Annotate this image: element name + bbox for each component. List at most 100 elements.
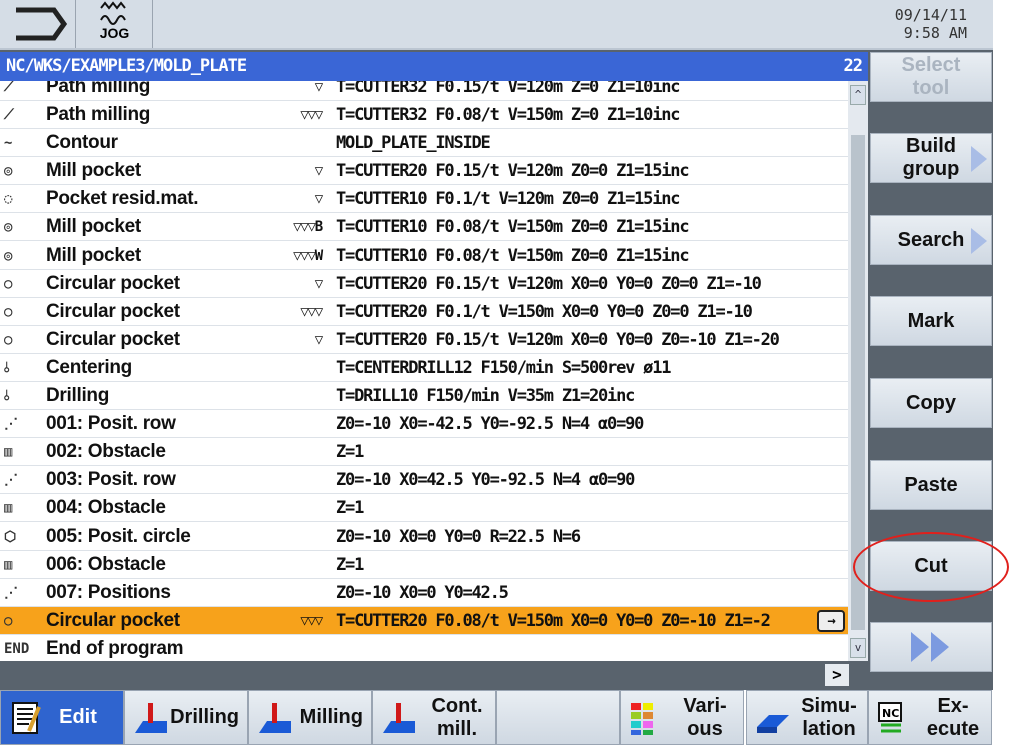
scroll-right-button[interactable]: > [825, 664, 849, 686]
softkey-drilling[interactable]: Drilling [124, 690, 248, 745]
program-row[interactable]: ○ Circular pocket ▽ T=CUTTER20 F0.15/t V… [0, 326, 848, 354]
time: 9:58 AM [903, 24, 967, 42]
drilling-icon: ⫰ [4, 388, 11, 404]
highlight-annotation-circle [853, 532, 1009, 602]
program-row[interactable]: ⟋ Path milling ▽▽▽ T=CUTTER32 F0.08/t V=… [0, 101, 848, 129]
softkey-mark[interactable]: Mark [870, 296, 992, 346]
machining-marks: ▽ [314, 163, 323, 180]
step-name: 004: Obstacle [46, 497, 166, 519]
centering-icon: ⫰ [4, 359, 11, 376]
softkey-build-group[interactable]: Build group [870, 133, 992, 183]
obstacle-icon: ▥ [4, 556, 13, 573]
jog-mode-button[interactable]: JOG [77, 0, 153, 48]
step-parameters: T=CUTTER20 F0.1/t V=150m X0=0 Y0=0 Z0=0 … [336, 301, 753, 322]
machining-marks: ▽ [314, 81, 323, 95]
softkey-execute[interactable]: NC Ex- ecute [868, 690, 992, 745]
submenu-arrow-icon [971, 228, 987, 254]
step-name: Drilling [46, 385, 110, 406]
machining-marks: ▽▽▽ [300, 107, 323, 123]
end-icon: END [4, 640, 30, 657]
step-parameters: MOLD_PLATE_INSIDE [336, 133, 491, 154]
step-parameters: Z0=-10 X0=-42.5 Y0=-92.5 N=4 α0=90 [336, 414, 644, 435]
program-row[interactable]: ⋰ 003: Posit. row Z0=-10 X0=42.5 Y0=-92.… [0, 466, 848, 495]
program-row[interactable]: ⬡ 005: Posit. circle Z0=-10 X0=0 Y0=0 R=… [0, 523, 848, 551]
step-parameters: T=CUTTER32 F0.15/t V=120m Z=0 Z1=10inc [336, 81, 681, 97]
datetime: 09/14/11 9:58 AM [895, 6, 967, 42]
block-count: 22 [843, 56, 864, 76]
machining-marks: ▽▽▽W [293, 247, 323, 264]
header-bar: JOG 09/14/11 9:58 AM [0, 0, 993, 50]
machining-marks: ▽ [314, 191, 323, 208]
program-row[interactable]: ○ Circular pocket ▽ T=CUTTER20 F0.15/t V… [0, 270, 848, 298]
program-row[interactable]: ○ Circular pocket ▽▽▽ T=CUTTER20 F0.1/t … [0, 298, 848, 326]
circular-pocket-icon: ○ [4, 303, 13, 320]
program-row[interactable]: ⋰ 007: Positions Z0=-10 X0=0 Y0=42.5 [0, 579, 848, 607]
program-row[interactable]: ∼ Contour MOLD_PLATE_INSIDE [0, 129, 848, 158]
scroll-down-button[interactable]: v [850, 638, 866, 658]
step-parameters: Z0=-10 X0=42.5 Y0=-92.5 N=4 α0=90 [336, 470, 635, 491]
step-name: 005: Posit. circle [46, 525, 191, 547]
contour-milling-icon [383, 703, 415, 733]
program-row[interactable]: ▥ 004: Obstacle Z=1 [0, 494, 848, 523]
softkey-milling[interactable]: Milling [248, 690, 372, 745]
step-name: Path milling [46, 104, 151, 125]
edit-icon [12, 702, 41, 734]
program-row[interactable]: ○ Circular pocket ▽▽▽ T=CUTTER20 F0.08/t… [0, 606, 848, 635]
drilling-icon [135, 703, 167, 733]
softkey-search[interactable]: Search [870, 215, 992, 265]
submenu-arrow-icon [971, 146, 987, 172]
program-row[interactable]: ◌ Pocket resid.mat. ▽ T=CUTTER10 F0.1/t … [0, 185, 848, 214]
program-row[interactable]: ▥ 006: Obstacle Z=1 [0, 551, 848, 579]
expand-arrow-icon[interactable]: → [817, 609, 845, 632]
softkey-contmill[interactable]: Cont. mill. [372, 690, 496, 745]
step-parameters: T=CUTTER10 F0.08/t V=150m Z0=0 Z1=15inc [336, 245, 690, 266]
mill-pocket-icon: ◎ [4, 163, 13, 180]
program-row[interactable]: ◎ Mill pocket ▽▽▽W T=CUTTER10 F0.08/t V=… [0, 242, 848, 270]
softkey-label: Drilling [170, 706, 239, 728]
softkey-various[interactable]: Vari- ous [620, 690, 744, 745]
program-row[interactable]: END End of program [0, 635, 848, 661]
softkey-label: Cont. mill. [431, 694, 483, 740]
softkey-label: Select tool [901, 54, 961, 99]
step-name: 003: Posit. row [46, 469, 176, 491]
program-row[interactable]: ⟋ Path milling ▽ T=CUTTER32 F0.15/t V=12… [0, 81, 848, 101]
softkey-more[interactable] [870, 622, 992, 672]
step-name: Circular pocket [46, 328, 180, 350]
machining-marks: ▽▽▽ [300, 612, 323, 629]
program-row[interactable]: ◎ Mill pocket ▽ T=CUTTER20 F0.15/t V=120… [0, 157, 848, 186]
program-row[interactable]: ▥ 002: Obstacle Z=1 [0, 438, 848, 467]
various-icon [631, 703, 653, 735]
softkey-label: Edit [59, 706, 97, 728]
step-name: 001: Posit. row [46, 413, 176, 435]
path-milling-icon: ⟋ [4, 107, 14, 123]
pocket-residual-icon: ◌ [4, 191, 13, 208]
jog-wave-icon [99, 1, 126, 25]
position-row-icon: ⋰ [4, 472, 18, 489]
program-row[interactable]: ⫰ Centering T=CENTERDRILL12 F150/min S=5… [0, 354, 848, 382]
step-parameters: T=DRILL10 F150/min V=35m Z1=20inc [336, 386, 635, 406]
program-row[interactable]: ⋰ 001: Posit. row Z0=-10 X0=-42.5 Y0=-92… [0, 410, 848, 439]
jog-label: JOG [99, 25, 130, 41]
scroll-up-button[interactable]: ^ [850, 85, 866, 105]
program-row[interactable]: ◎ Mill pocket ▽▽▽B T=CUTTER10 F0.08/t V=… [0, 213, 848, 242]
softkey-select-tool[interactable]: Select tool [870, 52, 992, 102]
step-name: 002: Obstacle [46, 441, 166, 463]
softkey-empty[interactable] [496, 690, 620, 745]
circular-pocket-icon: ○ [4, 612, 13, 629]
step-name: Mill pocket [46, 160, 141, 182]
softkey-copy[interactable]: Copy [870, 378, 992, 428]
softkey-paste[interactable]: Paste [870, 460, 992, 510]
program-list[interactable]: ⟋ Path milling ▽ T=CUTTER32 F0.15/t V=12… [0, 81, 848, 661]
softkey-edit[interactable]: Edit [0, 690, 124, 745]
step-name: Contour [46, 132, 118, 154]
double-arrow-right-icon [911, 632, 949, 662]
program-row[interactable]: ⫰ Drilling T=DRILL10 F150/min V=35m Z1=2… [0, 382, 848, 410]
step-parameters: T=CUTTER10 F0.08/t V=150m Z0=0 Z1=15inc [336, 217, 690, 238]
machining-marks: ▽▽▽ [300, 303, 323, 320]
step-parameters: T=CUTTER20 F0.15/t V=120m Z0=0 Z1=15inc [336, 161, 690, 182]
step-parameters: T=CUTTER20 F0.15/t V=120m X0=0 Y0=0 Z0=0… [336, 273, 762, 294]
softkey-simulation[interactable]: Simu- lation [746, 690, 868, 745]
step-name: 006: Obstacle [46, 553, 166, 575]
menu-select-button[interactable] [0, 0, 76, 48]
step-parameters: T=CUTTER32 F0.08/t V=150m Z=0 Z1=10inc [336, 105, 681, 125]
